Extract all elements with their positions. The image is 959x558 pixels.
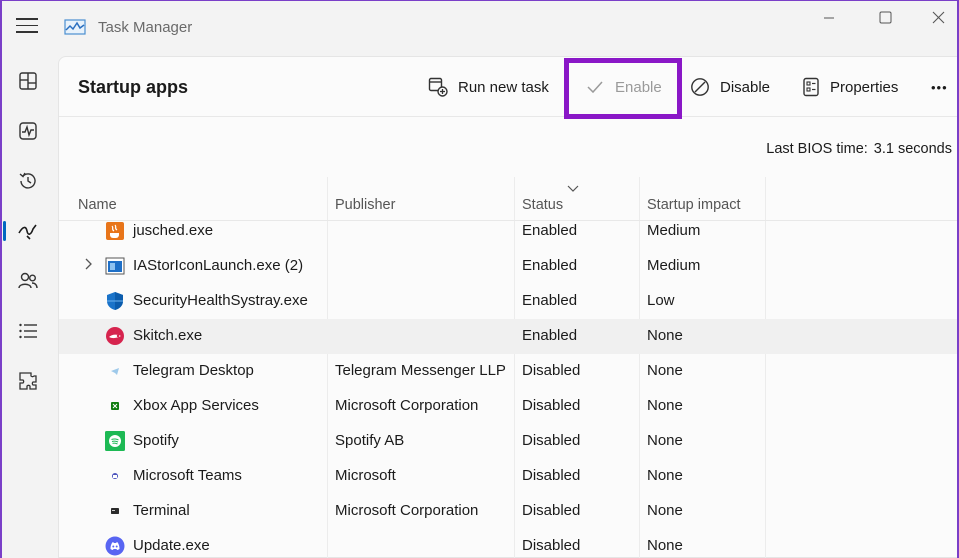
- app-status: Enabled: [522, 222, 578, 239]
- nav-services[interactable]: [0, 356, 56, 406]
- app-publisher: Microsoft Corporation: [335, 502, 479, 519]
- details-icon: [19, 323, 37, 339]
- app-status: Disabled: [522, 502, 581, 519]
- menu-icon[interactable]: [16, 18, 38, 36]
- table-row[interactable]: Spotify Spotify AB Disabled None: [59, 424, 959, 459]
- table-row[interactable]: Terminal Microsoft Corporation Disabled …: [59, 494, 959, 529]
- table-row[interactable]: jusched.exe Enabled Medium: [59, 214, 959, 249]
- app-name: Spotify: [133, 432, 179, 449]
- app-name: Telegram Desktop: [133, 362, 254, 379]
- xbox-icon: [111, 402, 119, 410]
- window-title: Task Manager: [98, 19, 193, 36]
- nav-performance[interactable]: [0, 106, 56, 156]
- users-icon: [18, 272, 38, 289]
- app-name: Update.exe: [133, 537, 210, 554]
- terminal-icon: [111, 508, 119, 514]
- shield-icon: [107, 292, 123, 310]
- app-impact: None: [647, 432, 683, 449]
- app-status: Disabled: [522, 397, 581, 414]
- disable-label: Disable: [720, 78, 771, 96]
- maximize-button[interactable]: [862, 6, 908, 30]
- app-name: jusched.exe: [133, 222, 214, 239]
- page-title: Startup apps: [78, 77, 189, 97]
- chevron-right-icon[interactable]: [83, 258, 93, 270]
- run-new-task-label: Run new task: [458, 78, 549, 96]
- discord-icon: [105, 536, 125, 556]
- main-panel: Startup apps Run new task Enable Disable: [58, 56, 959, 558]
- app-impact: Medium: [647, 222, 701, 239]
- app-status: Enabled: [522, 292, 578, 309]
- app-impact: Medium: [647, 257, 701, 274]
- table-row[interactable]: Skitch.exe Enabled None: [59, 319, 959, 354]
- app-status: Disabled: [522, 537, 581, 554]
- app-impact: None: [647, 362, 683, 379]
- app-name: Terminal: [133, 502, 190, 519]
- app-impact: Low: [647, 292, 675, 309]
- properties-icon: [803, 77, 819, 97]
- app-status: Disabled: [522, 362, 581, 379]
- table-row[interactable]: Microsoft Teams Microsoft Disabled None: [59, 459, 959, 494]
- history-icon: [19, 172, 36, 189]
- spotify-icon: [105, 431, 125, 451]
- app-impact: None: [647, 327, 683, 344]
- disable-icon: [691, 78, 709, 96]
- run-new-task-button[interactable]: Run new task: [428, 69, 549, 105]
- sort-descending-icon: [567, 185, 579, 192]
- bios-value: 3.1 seconds: [873, 141, 952, 157]
- app-name: SecurityHealthSystray.exe: [133, 292, 308, 309]
- app-name: IAStorIconLaunch.exe (2): [133, 257, 304, 274]
- app-status: Disabled: [522, 467, 581, 484]
- nav-processes[interactable]: [0, 56, 56, 106]
- app-impact: None: [647, 397, 683, 414]
- processes-icon: [19, 72, 37, 90]
- java-icon: [106, 222, 124, 240]
- nav-users[interactable]: [0, 256, 56, 306]
- app-status: Disabled: [522, 432, 581, 449]
- close-button[interactable]: [920, 6, 956, 30]
- properties-label: Properties: [830, 78, 899, 96]
- toolbar: Startup apps Run new task Enable Disable: [59, 57, 959, 119]
- bios-time: Last BIOS time: 3.1 seconds: [766, 141, 952, 157]
- telegram-icon: [111, 368, 119, 375]
- app-status: Enabled: [522, 257, 578, 274]
- sidebar-nav: [0, 56, 56, 406]
- app-impact: None: [647, 537, 683, 554]
- task-manager-icon: [64, 19, 86, 35]
- performance-icon: [19, 122, 37, 140]
- run-task-icon: [428, 77, 448, 97]
- app-publisher: Microsoft Corporation: [335, 397, 479, 414]
- table-row[interactable]: Telegram Desktop Telegram Messenger LLP …: [59, 354, 959, 389]
- app-publisher: Spotify AB: [335, 432, 405, 449]
- nav-app-history[interactable]: [0, 156, 56, 206]
- app-impact: None: [647, 502, 683, 519]
- nav-details[interactable]: [0, 306, 56, 356]
- skitch-icon: [106, 327, 124, 345]
- teams-icon: [112, 473, 118, 479]
- app-name: Microsoft Teams: [133, 467, 242, 484]
- app-status: Enabled: [522, 327, 578, 344]
- disable-button[interactable]: Disable: [690, 69, 770, 105]
- app-impact: None: [647, 467, 683, 484]
- services-icon: [19, 372, 37, 390]
- app-publisher: Telegram Messenger LLP: [335, 362, 506, 379]
- properties-button[interactable]: Properties: [802, 69, 898, 105]
- app-publisher: Microsoft: [335, 467, 396, 484]
- title-bar: Task Manager: [0, 0, 959, 56]
- nav-startup-apps[interactable]: [0, 206, 56, 256]
- table-row[interactable]: Update.exe Disabled None: [59, 529, 959, 558]
- more-options-button[interactable]: •••: [931, 69, 948, 105]
- startup-apps-list: jusched.exe Enabled Medium IAStorIconLau…: [59, 214, 959, 558]
- app-name: Skitch.exe: [133, 327, 203, 344]
- table-row[interactable]: SecurityHealthSystray.exe Enabled Low: [59, 284, 959, 319]
- table-row[interactable]: Xbox App Services Microsoft Corporation …: [59, 389, 959, 424]
- minimize-button[interactable]: [806, 6, 852, 30]
- app-name: Xbox App Services: [133, 397, 259, 414]
- startup-icon: [18, 224, 37, 240]
- enable-highlight-annotation: [564, 58, 682, 119]
- table-row[interactable]: IAStorIconLaunch.exe (2) Enabled Medium: [59, 249, 959, 284]
- bios-label: Last BIOS time:: [766, 141, 868, 157]
- intel-storage-icon: [105, 257, 125, 275]
